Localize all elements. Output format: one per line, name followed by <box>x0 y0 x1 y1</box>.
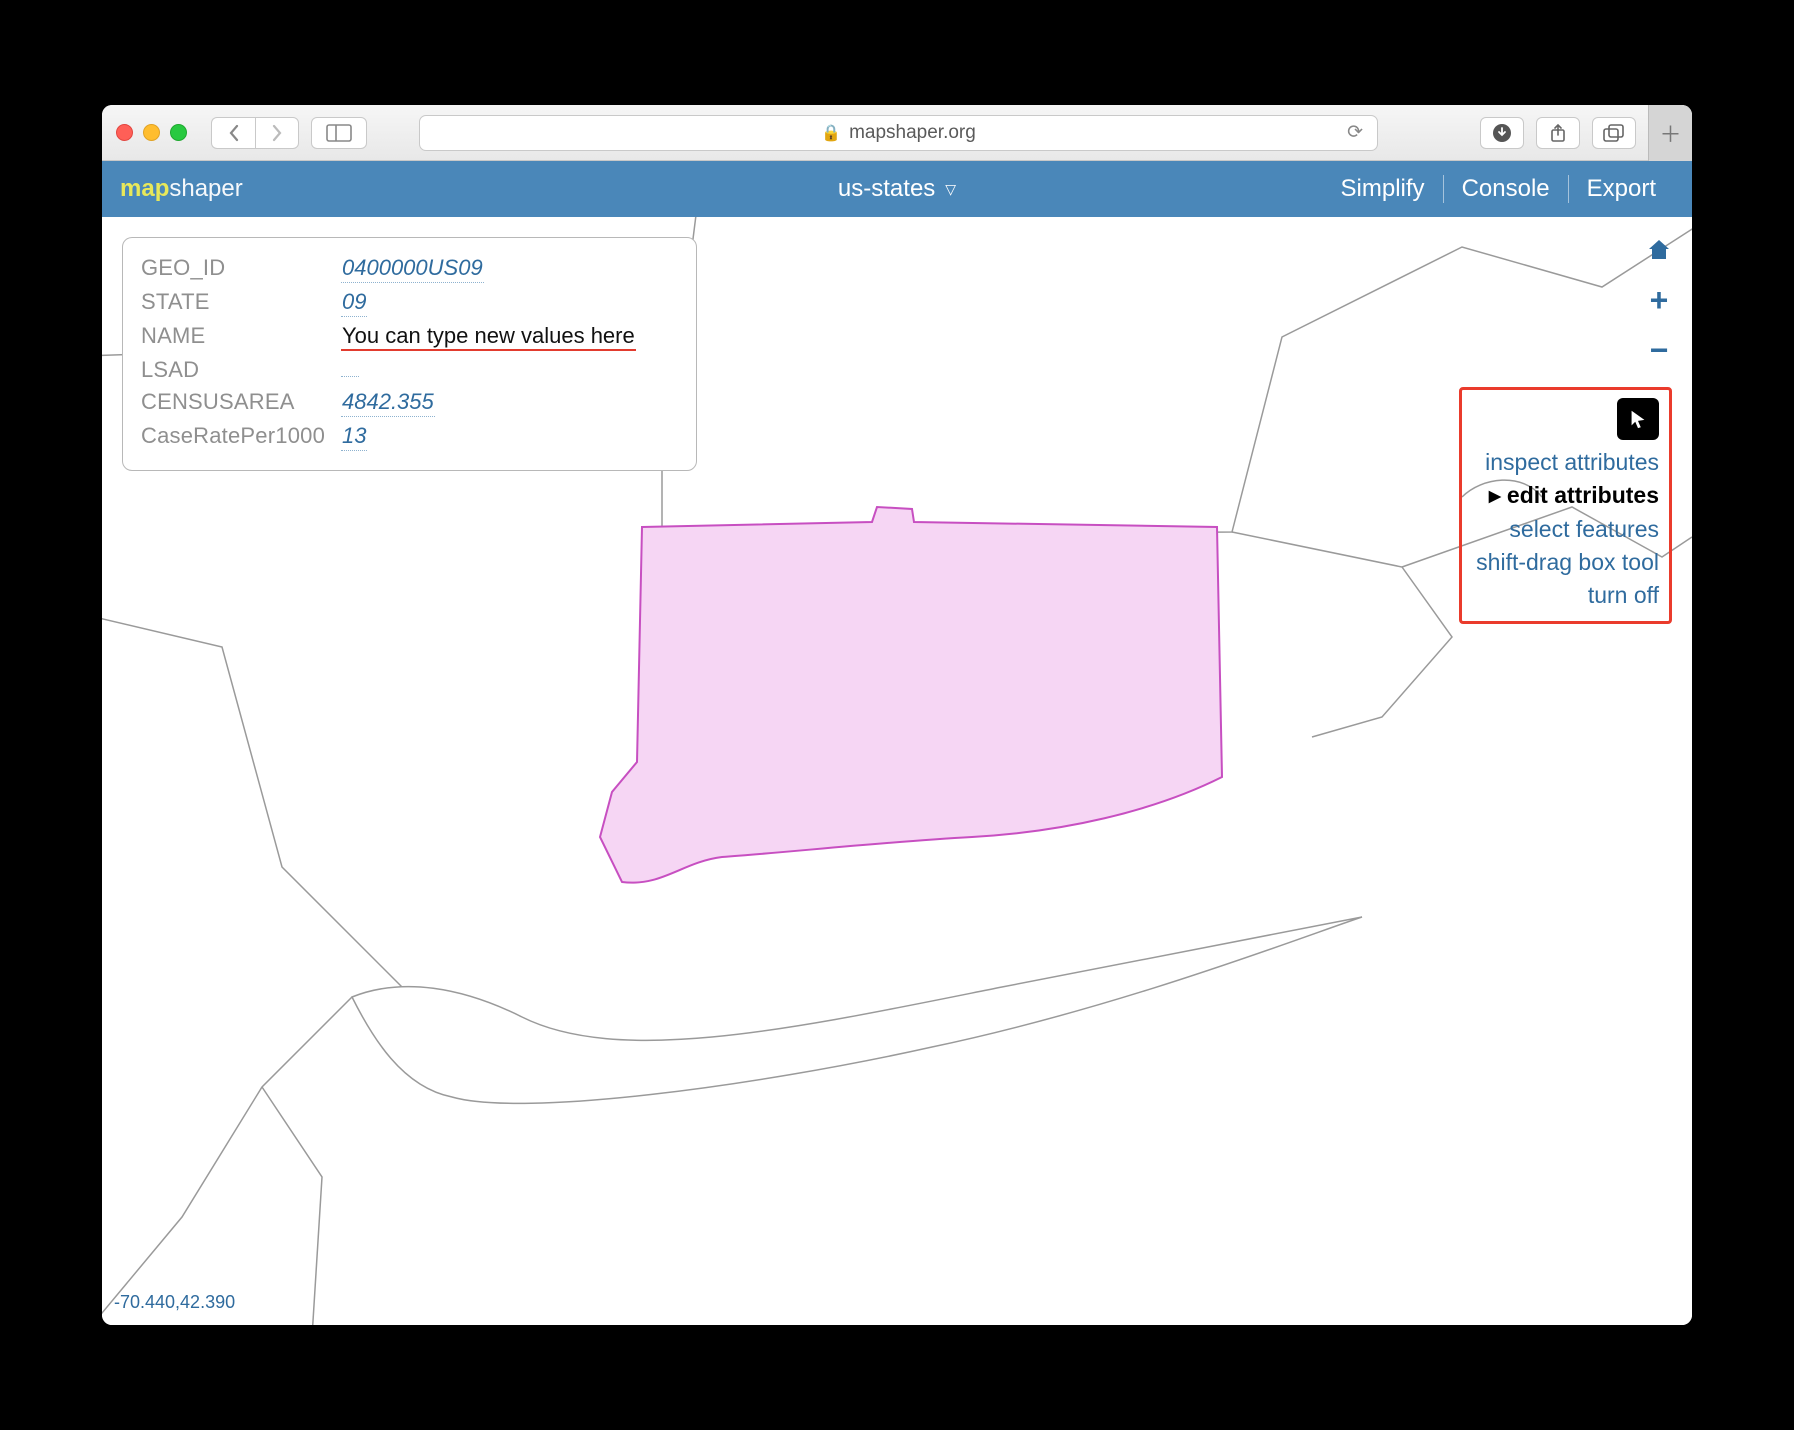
tabs-icon <box>1603 124 1625 142</box>
reload-button[interactable]: ⟳ <box>1347 121 1363 144</box>
window-controls <box>116 124 187 141</box>
layer-name: us-states <box>838 175 935 203</box>
attr-value-editing[interactable]: You can type new values here <box>341 323 636 351</box>
minimize-window-button[interactable] <box>143 124 160 141</box>
lock-icon: 🔒 <box>821 123 841 143</box>
attr-key: LSAD <box>141 357 341 383</box>
browser-window: 🔒 mapshaper.org ⟳ ＋ mapshaper us-states … <box>102 105 1692 1325</box>
console-button[interactable]: Console <box>1443 175 1568 203</box>
attr-row: GEO_ID 0400000US09 <box>141 252 678 286</box>
attr-key: STATE <box>141 289 341 315</box>
layer-selector[interactable]: us-states ▽ <box>838 175 956 203</box>
attr-value[interactable]: 09 <box>341 289 367 317</box>
download-icon <box>1492 123 1512 143</box>
close-window-button[interactable] <box>116 124 133 141</box>
map-nav-controls: + − <box>1646 237 1672 366</box>
back-button[interactable] <box>211 117 255 149</box>
zoom-window-button[interactable] <box>170 124 187 141</box>
attr-value[interactable]: 0400000US09 <box>341 255 484 283</box>
attr-value[interactable]: 4842.355 <box>341 389 435 417</box>
browser-titlebar: 🔒 mapshaper.org ⟳ ＋ <box>102 105 1692 161</box>
dropdown-triangle-icon: ▽ <box>945 181 956 198</box>
attr-row: CaseRatePer1000 13 <box>141 420 678 454</box>
cursor-icon <box>1627 408 1649 430</box>
attr-row: LSAD <box>141 354 678 386</box>
tool-edit-attributes[interactable]: edit attributes <box>1476 479 1659 512</box>
downloads-button[interactable] <box>1480 117 1524 149</box>
app-logo: mapshaper <box>120 175 243 203</box>
pointer-tool-button[interactable] <box>1617 398 1659 440</box>
tabs-button[interactable] <box>1592 117 1636 149</box>
share-button[interactable] <box>1536 117 1580 149</box>
address-bar[interactable]: 🔒 mapshaper.org ⟳ <box>419 115 1378 151</box>
tool-turn-off[interactable]: turn off <box>1476 579 1659 612</box>
pointer-tool-menu: inspect attributes edit attributes selec… <box>1459 387 1672 624</box>
selected-feature[interactable] <box>600 507 1222 883</box>
attr-row: CENSUSAREA 4842.355 <box>141 386 678 420</box>
chevron-left-icon <box>228 124 240 142</box>
app-menu: Simplify Console Export <box>1323 175 1674 203</box>
attr-row: NAME You can type new values here <box>141 320 678 354</box>
tool-select-features[interactable]: select features <box>1476 513 1659 546</box>
zoom-in-button[interactable]: + <box>1650 284 1669 316</box>
zoom-out-button[interactable]: − <box>1650 334 1669 366</box>
forward-button[interactable] <box>255 117 299 149</box>
export-button[interactable]: Export <box>1568 175 1674 203</box>
app-header: mapshaper us-states ▽ Simplify Console E… <box>102 161 1692 217</box>
simplify-button[interactable]: Simplify <box>1323 175 1443 203</box>
attribute-inspector-panel: GEO_ID 0400000US09 STATE 09 NAME You can… <box>122 237 697 471</box>
home-icon <box>1646 237 1672 261</box>
nav-back-forward <box>211 117 299 149</box>
share-icon <box>1549 123 1567 143</box>
cursor-coordinates: -70.440,42.390 <box>114 1292 235 1313</box>
attr-key: CaseRatePer1000 <box>141 423 341 449</box>
new-tab-button[interactable]: ＋ <box>1648 105 1692 161</box>
attr-key: NAME <box>141 323 341 349</box>
map-canvas[interactable]: GEO_ID 0400000US09 STATE 09 NAME You can… <box>102 217 1692 1325</box>
attr-row: STATE 09 <box>141 286 678 320</box>
sidebar-toggle-button[interactable] <box>311 117 367 149</box>
tool-shift-drag-box[interactable]: shift-drag box tool <box>1476 546 1659 579</box>
attr-value[interactable] <box>341 375 359 377</box>
tool-inspect-attributes[interactable]: inspect attributes <box>1476 446 1659 479</box>
attr-key: CENSUSAREA <box>141 389 341 415</box>
chevron-right-icon <box>271 124 283 142</box>
attr-key: GEO_ID <box>141 255 341 281</box>
attr-value[interactable]: 13 <box>341 423 367 451</box>
home-extent-button[interactable] <box>1646 237 1672 266</box>
url-text: mapshaper.org <box>849 122 976 144</box>
sidebar-icon <box>326 124 352 142</box>
